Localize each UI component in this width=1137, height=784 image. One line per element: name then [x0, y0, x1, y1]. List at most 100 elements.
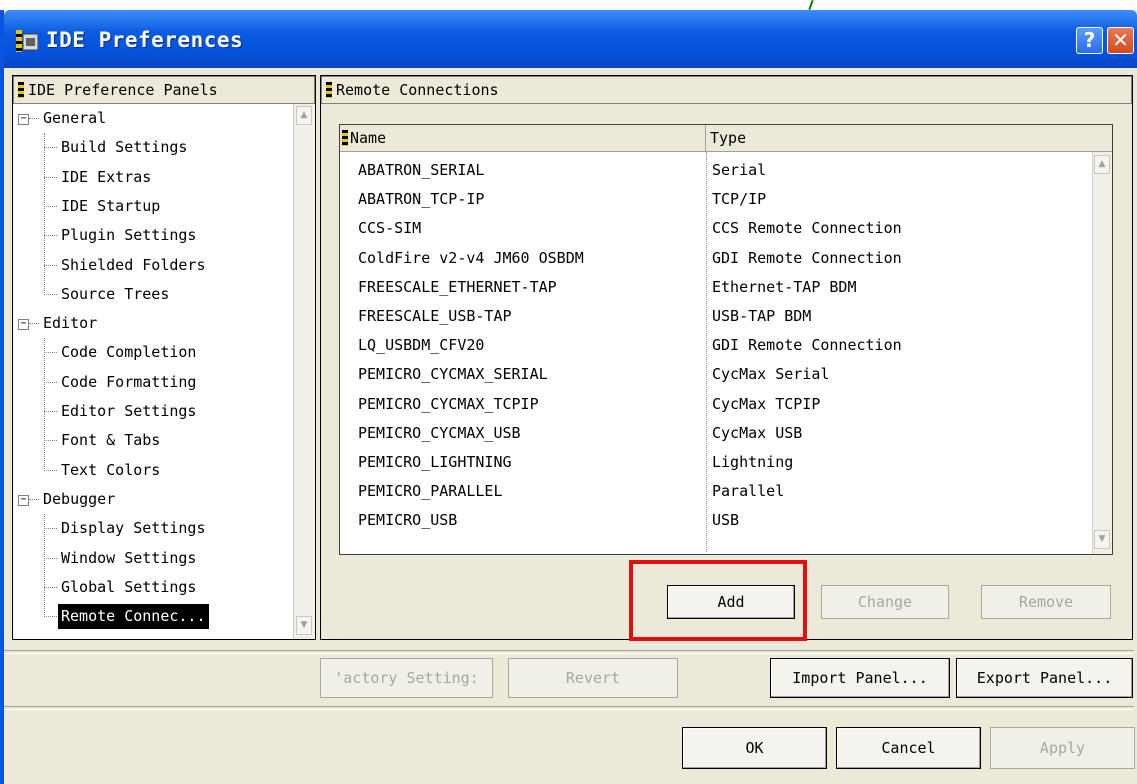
tree-connector	[44, 586, 57, 588]
tree-scrollbar[interactable]: ▲ ▼	[293, 104, 315, 639]
tree-connector	[29, 323, 39, 325]
tree-body: − General Build Settings IDE Extras IDE Star…	[13, 104, 293, 639]
scroll-down-arrow-icon[interactable]: ▼	[1094, 530, 1110, 549]
scroll-down-arrow-icon[interactable]: ▼	[296, 616, 312, 635]
table-row[interactable]: ABATRON_SERIAL Serial	[340, 156, 1092, 185]
table-row[interactable]: FREESCALE_USB-TAP USB-TAP BDM	[340, 302, 1092, 331]
table-row[interactable]: LQ_USBDM_CFV20 GDI Remote Connection	[340, 331, 1092, 360]
list-scrollbar[interactable]: ▲ ▼	[1092, 152, 1112, 554]
ide-preferences-window: IDE Preferences ? ✕ IDE Preference Panel…	[0, 10, 1137, 784]
tree-connector	[44, 235, 57, 237]
tree-connector	[29, 118, 39, 119]
table-row[interactable]: ABATRON_TCP-IP TCP/IP	[340, 185, 1092, 214]
tree-item-label: Source Trees	[61, 284, 170, 303]
revert-button[interactable]: Revert	[508, 658, 678, 698]
connection-type: Parallel	[712, 482, 785, 501]
scroll-up-arrow-icon[interactable]: ▲	[296, 106, 312, 125]
tree-connector	[44, 616, 57, 618]
connection-name: LQ_USBDM_CFV20	[358, 336, 485, 355]
connection-type: CycMax USB	[712, 423, 803, 442]
connection-name: ColdFire v2-v4 JM60 OSBDM	[358, 248, 584, 267]
connection-name: PEMICRO_USB	[358, 511, 458, 530]
connection-name: ABATRON_TCP-IP	[358, 190, 485, 209]
tree-connector	[44, 147, 57, 149]
tree-connector	[44, 264, 57, 266]
connection-name: PEMICRO_CYCMAX_SERIAL	[358, 365, 548, 384]
tree-item-label: Plugin Settings	[61, 226, 197, 245]
help-button[interactable]: ?	[1076, 27, 1103, 54]
tree-connector	[44, 381, 57, 383]
tree-item-label: IDE Startup	[61, 196, 161, 215]
tree-connector	[44, 205, 57, 207]
ok-button[interactable]: OK	[682, 727, 827, 769]
export-panel-button[interactable]: Export Panel...	[956, 658, 1133, 698]
tree-item-label: Code Formatting	[61, 372, 197, 391]
import-panel-button[interactable]: Import Panel...	[770, 658, 950, 698]
tree-group-label: General	[43, 109, 107, 127]
table-row[interactable]: ColdFire v2-v4 JM60 OSBDM GDI Remote Conn…	[340, 244, 1092, 273]
table-row[interactable]: PEMICRO_USB USB	[340, 506, 1092, 535]
tree-item-label: Code Completion	[61, 343, 197, 362]
connection-type: CycMax TCPIP	[712, 394, 821, 413]
preference-panels-tree[interactable]: IDE Preference Panels − General Build Sett…	[12, 75, 316, 640]
factory-settings-button[interactable]: 'actory Setting:	[320, 658, 493, 698]
tree-item-label: Window Settings	[61, 548, 197, 567]
app-icon	[16, 30, 38, 52]
connection-type: GDI Remote Connection	[712, 248, 902, 267]
name-column-header[interactable]: Name	[340, 125, 706, 152]
title-bar[interactable]: IDE Preferences ? ✕	[4, 10, 1137, 68]
table-row[interactable]: FREESCALE_ETHERNET-TAP Ethernet-TAP BDM	[340, 273, 1092, 302]
table-row[interactable]: PEMICRO_PARALLEL Parallel	[340, 477, 1092, 506]
tree-connector	[44, 293, 57, 295]
scroll-up-arrow-icon[interactable]: ▲	[1094, 155, 1110, 174]
tree-item-label: IDE Extras	[61, 167, 152, 186]
window-title: IDE Preferences	[46, 28, 244, 52]
tree-item-label: Build Settings	[61, 138, 188, 157]
collapse-toggle-icon[interactable]: −	[18, 494, 29, 506]
tree-connector	[44, 440, 57, 442]
divider	[4, 650, 1134, 654]
connection-type: USB	[712, 511, 740, 530]
connection-type: USB-TAP BDM	[712, 307, 812, 325]
connections-list[interactable]: Name Type ABATRON_SERIAL Serial ABATRON_TC…	[339, 124, 1113, 555]
apply-button[interactable]: Apply	[990, 727, 1135, 769]
table-row[interactable]: PEMICRO_CYCMAX_USB CycMax USB	[340, 419, 1092, 448]
connection-name: PEMICRO_CYCMAX_USB	[358, 423, 521, 442]
list-body: ABATRON_SERIAL Serial ABATRON_TCP-IP TCP/IP…	[340, 152, 1092, 552]
connection-name: ABATRON_SERIAL	[358, 161, 485, 179]
tree-item-label: Text Colors	[61, 460, 161, 479]
collapse-toggle-icon[interactable]: −	[18, 319, 29, 331]
close-button[interactable]: ✕	[1107, 27, 1134, 54]
connection-type: Serial	[712, 161, 767, 179]
connection-type: Ethernet-TAP BDM	[712, 277, 857, 296]
collapse-toggle-icon[interactable]: −	[18, 114, 29, 125]
type-column-header[interactable]: Type	[706, 125, 1112, 152]
tree-connector	[44, 557, 57, 559]
tree-item-label: Shielded Folders	[61, 255, 206, 274]
tree-item-label: Remote Connec...	[58, 604, 209, 630]
table-row[interactable]: PEMICRO_CYCMAX_TCPIP CycMax TCPIP	[340, 390, 1092, 419]
tree-header: IDE Preference Panels	[13, 76, 315, 104]
panel-header: Remote Connections	[321, 76, 1132, 104]
table-row[interactable]: PEMICRO_CYCMAX_SERIAL CycMax Serial	[340, 360, 1092, 389]
table-row[interactable]: PEMICRO_LIGHTNING Lightning	[340, 448, 1092, 477]
remove-button[interactable]: Remove	[981, 585, 1111, 619]
tree-connector	[44, 528, 57, 530]
tree-branch-line	[44, 133, 45, 295]
tree-item-label: Editor Settings	[61, 402, 197, 420]
divider	[4, 706, 1134, 710]
connection-type: CycMax Serial	[712, 365, 830, 384]
change-button[interactable]: Change	[821, 585, 949, 619]
remote-connections-panel: Remote Connections Name Type ABATRON_SER…	[320, 75, 1133, 640]
background-decoration	[808, 0, 814, 11]
connection-name: PEMICRO_CYCMAX_TCPIP	[358, 394, 539, 413]
tree-connector	[44, 469, 57, 471]
table-row[interactable]: CCS-SIM CCS Remote Connection	[340, 214, 1092, 243]
tree-connector	[29, 498, 39, 500]
flag-icon	[18, 82, 24, 98]
cancel-button[interactable]: Cancel	[836, 727, 981, 769]
connection-type: CCS Remote Connection	[712, 219, 902, 238]
tree-header-label: IDE Preference Panels	[28, 81, 218, 99]
connection-name: FREESCALE_ETHERNET-TAP	[358, 277, 557, 296]
tree-item-label: Font & Tabs	[61, 431, 161, 450]
